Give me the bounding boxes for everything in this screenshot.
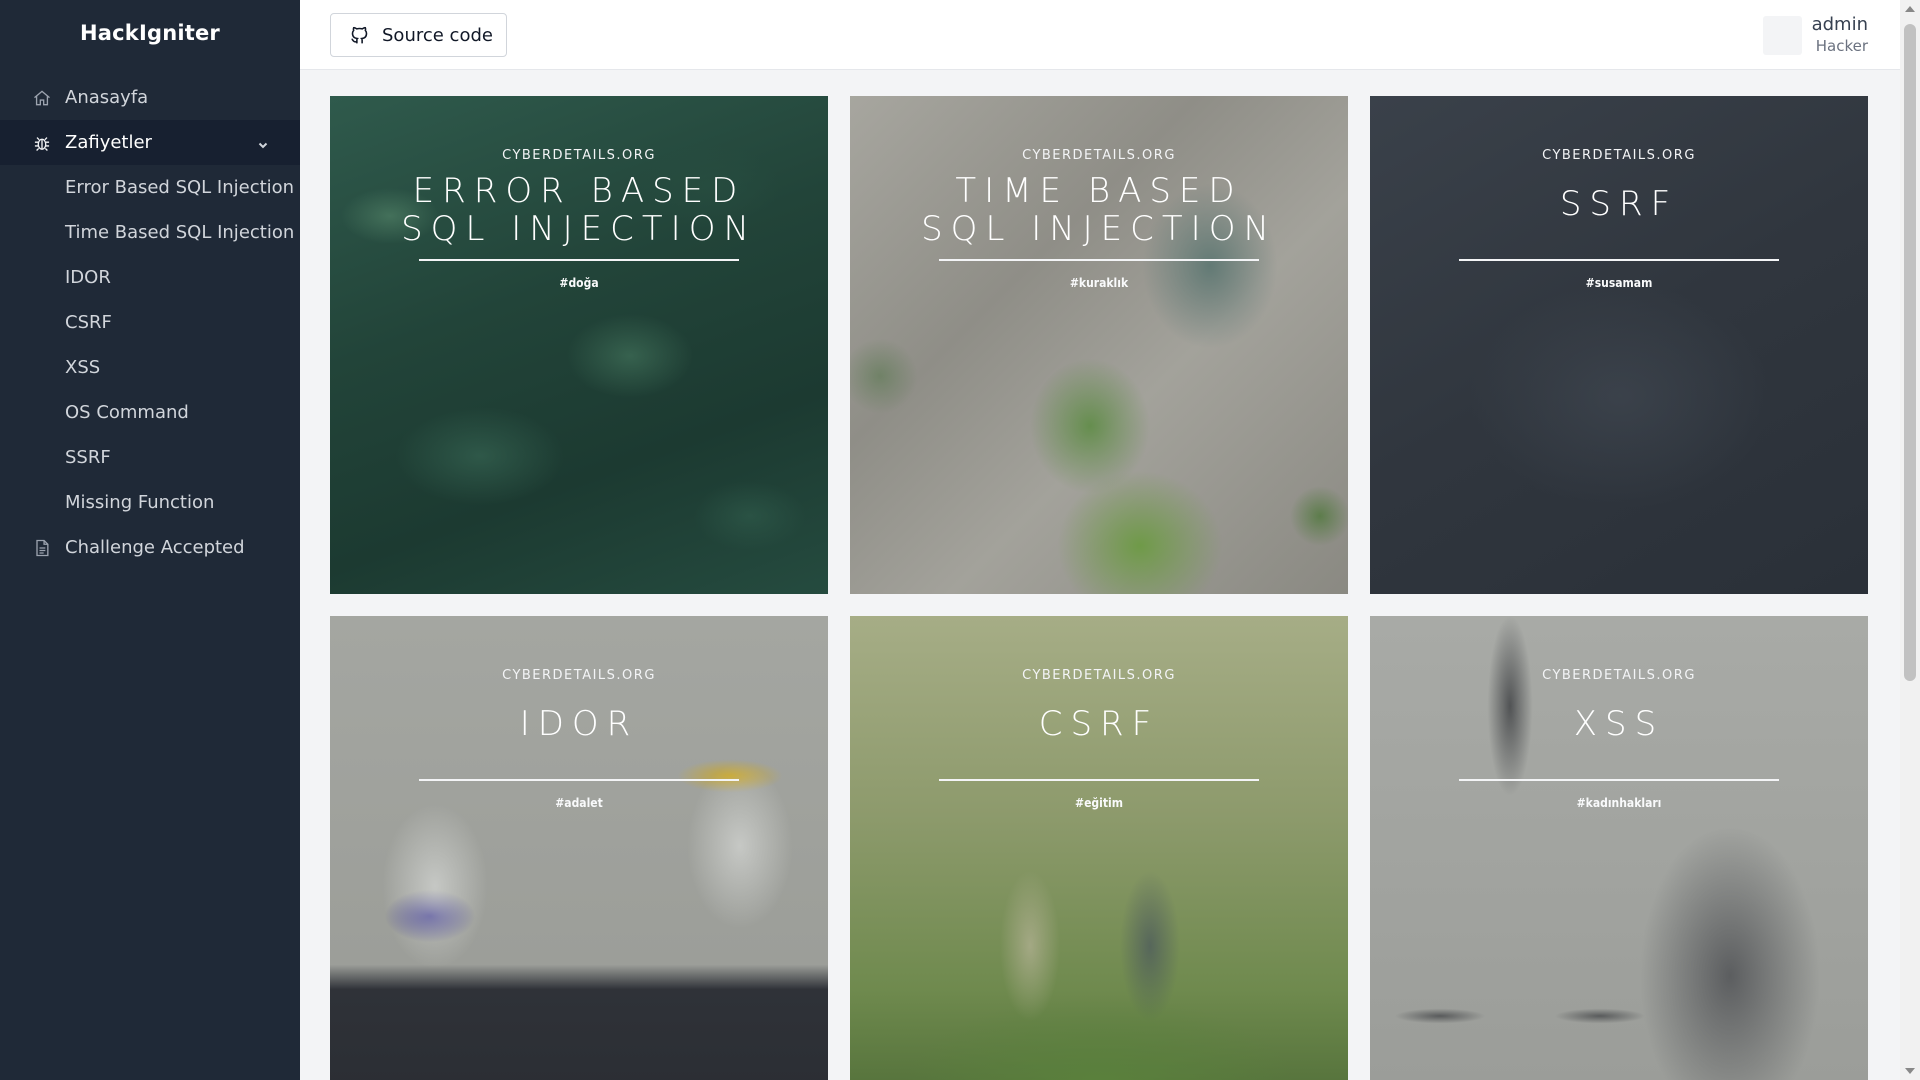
sidebar-subitem-os-command[interactable]: OS Command	[0, 390, 300, 435]
avatar[interactable]	[1762, 15, 1802, 55]
sidebar-item-label: Zafiyetler	[65, 132, 152, 153]
sidebar-subitem-csrf[interactable]: CSRF	[0, 300, 300, 345]
sidebar-subitem-missing-function[interactable]: Missing Function	[0, 480, 300, 525]
card-hashtag: #doğa	[559, 276, 599, 290]
card-site-label: CYBERDETAILS.ORG	[1022, 148, 1176, 163]
card-title: IDOR	[519, 704, 639, 744]
scroll-up-arrow-icon[interactable]	[1905, 6, 1915, 12]
card-site-label: CYBERDETAILS.ORG	[502, 148, 656, 163]
user-role: Hacker	[1815, 37, 1868, 55]
sidebar-item-label: Anasayfa	[65, 87, 149, 108]
card-title: XSS	[1573, 704, 1665, 744]
home-icon	[32, 88, 52, 108]
document-icon	[32, 538, 52, 558]
card-site-label: CYBERDETAILS.ORG	[1542, 148, 1696, 163]
brand-logo[interactable]: HackIgniter	[0, 0, 300, 66]
sidebar-item-zafiyetler[interactable]: Zafiyetler	[0, 120, 300, 165]
children-reading-image	[850, 616, 1348, 1080]
card-site-label: CYBERDETAILS.ORG	[1542, 668, 1696, 683]
card-divider	[419, 259, 739, 261]
card-divider	[1459, 259, 1779, 261]
scroll-down-arrow-icon[interactable]	[1905, 1068, 1915, 1074]
sidebar: HackIgniter Anasayfa Zafiyetler Error Ba…	[0, 0, 300, 1080]
card-csrf[interactable]: CYBERDETAILS.ORG CSRF #eğitim	[850, 616, 1348, 1080]
dark-sand-image	[1370, 96, 1868, 594]
sidebar-item-label: Challenge Accepted	[65, 537, 245, 558]
card-divider	[1459, 779, 1779, 781]
card-divider	[939, 779, 1259, 781]
card-title: CSRF	[1038, 704, 1160, 744]
sidebar-item-anasayfa[interactable]: Anasayfa	[0, 75, 300, 120]
glasses-image	[330, 616, 828, 1080]
card-hashtag: #adalet	[555, 796, 603, 810]
sidebar-item-challenge-accepted[interactable]: Challenge Accepted	[0, 525, 300, 570]
scroll-thumb[interactable]	[1904, 24, 1916, 681]
card-xss[interactable]: CYBERDETAILS.ORG XSS #kadınhakları	[1370, 616, 1868, 1080]
card-hashtag: #susamam	[1585, 276, 1653, 290]
user-name: admin	[1811, 14, 1868, 35]
top-header: Source code admin Hacker	[300, 0, 1900, 70]
user-menu[interactable]: admin Hacker	[1762, 14, 1868, 56]
card-error-based-sqli[interactable]: CYBERDETAILS.ORG ERROR BASED SQL INJECTI…	[330, 96, 828, 594]
card-title: SSRF	[1559, 184, 1679, 224]
card-title: TIME BASED SQL INJECTION	[921, 171, 1277, 249]
justice-statue-image	[1370, 616, 1868, 1080]
card-divider	[419, 779, 739, 781]
card-site-label: CYBERDETAILS.ORG	[1022, 668, 1176, 683]
source-code-button[interactable]: Source code	[330, 13, 507, 57]
card-divider	[939, 259, 1259, 261]
card-hashtag: #kuraklık	[1069, 276, 1129, 290]
bug-icon	[32, 133, 52, 153]
chevron-down-icon[interactable]	[256, 136, 270, 150]
sidebar-subitem-idor[interactable]: IDOR	[0, 255, 300, 300]
card-idor[interactable]: CYBERDETAILS.ORG IDOR #adalet	[330, 616, 828, 1080]
source-code-label: Source code	[382, 24, 493, 46]
card-time-based-sqli[interactable]: CYBERDETAILS.ORG TIME BASED SQL INJECTIO…	[850, 96, 1348, 594]
submenu-zafiyetler: Error Based SQL Injection Time Based SQL …	[0, 165, 300, 525]
card-title: ERROR BASED SQL INJECTION	[401, 171, 757, 249]
card-hashtag: #kadınhakları	[1576, 796, 1662, 810]
sidebar-nav: Anasayfa Zafiyetler Error Based SQL Inje…	[0, 75, 300, 570]
github-icon	[351, 26, 368, 43]
page-scrollbar[interactable]	[1900, 0, 1920, 1080]
card-ssrf[interactable]: CYBERDETAILS.ORG SSRF #susamam	[1370, 96, 1868, 594]
sidebar-subitem-error-based-sql-injection[interactable]: Error Based SQL Injection	[0, 165, 300, 210]
sidebar-subitem-time-based-sql-injection[interactable]: Time Based SQL Injection	[0, 210, 300, 255]
sidebar-subitem-ssrf[interactable]: SSRF	[0, 435, 300, 480]
sidebar-subitem-xss[interactable]: XSS	[0, 345, 300, 390]
card-site-label: CYBERDETAILS.ORG	[502, 668, 656, 683]
card-hashtag: #eğitim	[1075, 796, 1123, 810]
